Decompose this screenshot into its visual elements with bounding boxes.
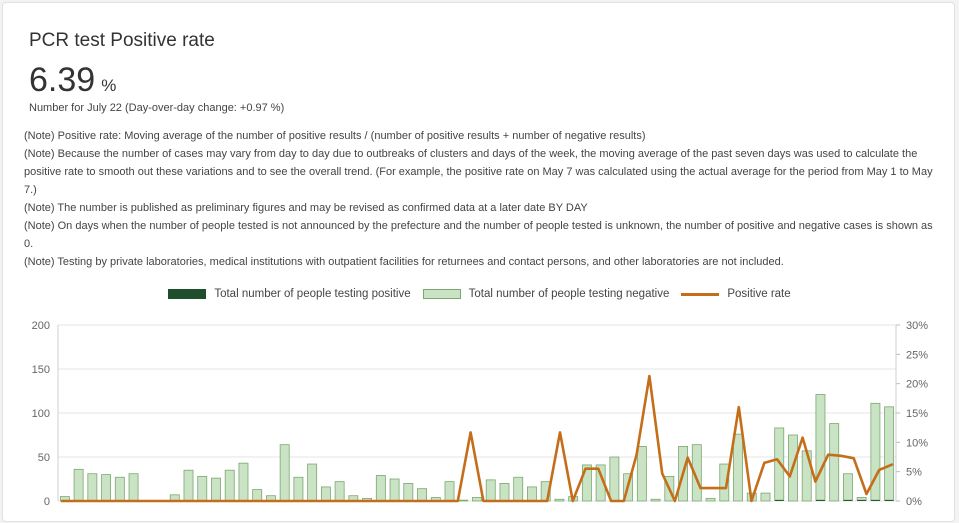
bar-negative (238, 462, 249, 502)
bar-negative (444, 481, 455, 502)
bar-negative (293, 476, 304, 502)
bar-negative (252, 489, 263, 502)
bar-negative (73, 468, 84, 502)
y-left-tick-label: 150 (32, 364, 50, 376)
bar-negative (554, 498, 565, 502)
y-right-tick-label: 20% (906, 379, 928, 391)
y-left-tick-label: 50 (38, 452, 50, 464)
y-right-tick-label: 10% (906, 437, 928, 449)
y-right-tick-label: 0% (906, 496, 922, 508)
positive-rate-chart: 200 150 100 50 0 30% 25% 20% 15% 10% 5% 0% (32, 320, 929, 508)
bar-negative (197, 475, 208, 502)
bar-negative (829, 423, 840, 502)
bar-negative (527, 486, 537, 502)
bar-negative (183, 469, 194, 502)
positive-rate-card: PCR test Positive rate 6.39% Number for … (2, 2, 955, 522)
bar-negative (842, 473, 853, 501)
y-right-tick-label: 5% (906, 467, 922, 479)
bar-negative (211, 477, 221, 502)
bar-negative (458, 499, 469, 502)
bar-negative (513, 476, 524, 502)
bar-positive (857, 500, 867, 501)
y-right-tick-label: 30% (906, 320, 928, 332)
bar-negative (307, 463, 318, 502)
bar-negative (472, 497, 482, 502)
bar-negative (320, 486, 331, 502)
y-left-tick-label: 0 (44, 496, 50, 508)
bar-negative (884, 406, 895, 501)
bar-negative (760, 492, 771, 502)
bar-positive (815, 500, 825, 501)
bar-negative (403, 482, 414, 502)
bar-negative (334, 481, 345, 502)
bar-negative (114, 476, 125, 502)
bar-negative (417, 488, 427, 502)
bar-negative (650, 498, 661, 502)
bar-negative (705, 497, 716, 502)
bar-positive (843, 500, 853, 501)
y-right-tick-label: 15% (906, 408, 928, 420)
bar-negative (389, 478, 400, 502)
bar-negative (499, 482, 510, 502)
bar-negative (128, 473, 139, 502)
bar-negative (636, 446, 647, 502)
bar-negative (279, 444, 290, 502)
y-right-tick-label: 25% (906, 349, 928, 361)
bar-negative (485, 479, 496, 502)
bar-positive (774, 500, 784, 501)
bar-negative (87, 473, 98, 502)
y-left-tick-label: 200 (32, 320, 50, 332)
bar-negative (609, 456, 620, 502)
bar-negative (375, 475, 386, 502)
bar-positive (870, 500, 880, 501)
y-left-tick-label: 100 (32, 408, 50, 420)
bar-negative (224, 469, 235, 502)
bar-negative (733, 433, 743, 502)
bar-negative (856, 497, 867, 501)
bar-positive (884, 500, 894, 501)
bar-negative (815, 394, 826, 501)
bar-negative (101, 474, 112, 502)
